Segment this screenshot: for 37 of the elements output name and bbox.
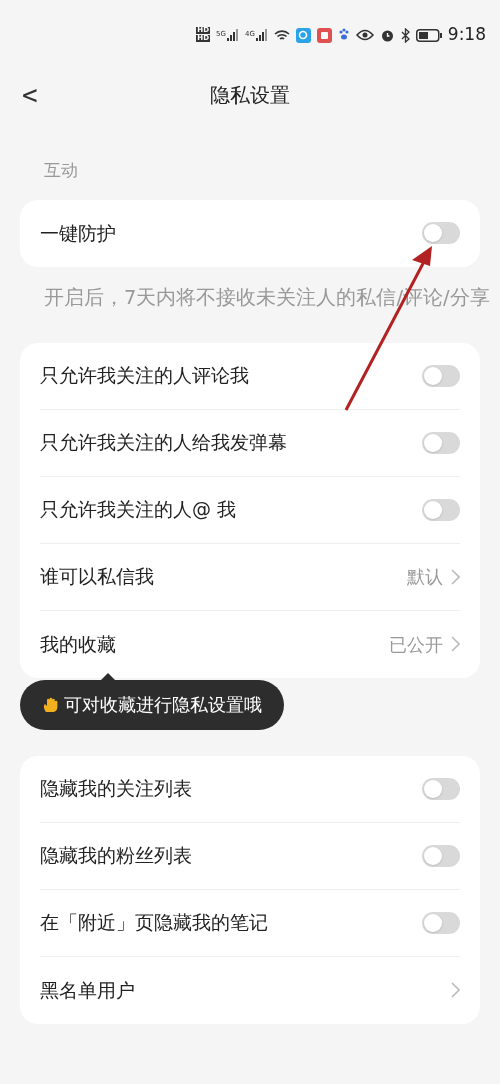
row-label: 我的收藏 <box>40 631 117 657</box>
row-value: 默认 <box>407 565 443 589</box>
toggle-switch[interactable] <box>422 498 460 521</box>
toggle-switch[interactable] <box>422 911 460 934</box>
wifi-icon <box>273 28 290 42</box>
status-time: 9:18 <box>447 23 486 47</box>
signal-icon <box>255 29 268 41</box>
row-label: 只允许我关注的人@ 我 <box>40 497 238 523</box>
toggle-switch[interactable] <box>422 364 460 387</box>
row-label: 隐藏我的关注列表 <box>40 776 193 802</box>
toggle-switch[interactable] <box>422 777 460 800</box>
row-label: 在「附近」页隐藏我的笔记 <box>40 910 269 936</box>
back-button[interactable]: < <box>22 75 38 115</box>
chevron-icon <box>451 982 460 998</box>
section-title: 互动 <box>43 159 79 182</box>
toggle-switch[interactable] <box>422 844 460 867</box>
app-icon <box>295 27 311 43</box>
row-label: 谁可以私信我 <box>40 564 155 590</box>
toggle-switch[interactable] <box>422 431 460 454</box>
row-value: 已公开 <box>389 632 443 657</box>
toggle-switch[interactable] <box>422 222 460 244</box>
battery-icon <box>415 28 442 42</box>
row-label: 只允许我关注的人给我发弹幕 <box>40 430 288 456</box>
bluetooth-icon <box>400 27 410 43</box>
app-icon <box>316 27 332 43</box>
row-label: 隐藏我的粉丝列表 <box>40 843 193 869</box>
tooltip-text: 可对收藏进行隐私设置哦 <box>64 693 262 717</box>
page-title: 隐私设置 <box>210 82 290 109</box>
paw-icon <box>337 28 350 42</box>
row-label: 只允许我关注的人评论我 <box>40 363 250 389</box>
hand-icon <box>42 695 60 714</box>
row-label: 一键防护 <box>40 220 117 246</box>
row-label: 黑名单用户 <box>40 977 136 1003</box>
chevron-icon <box>451 636 460 652</box>
signal-icon <box>226 29 239 41</box>
chevron-icon <box>451 568 460 585</box>
eye-icon <box>355 29 374 41</box>
